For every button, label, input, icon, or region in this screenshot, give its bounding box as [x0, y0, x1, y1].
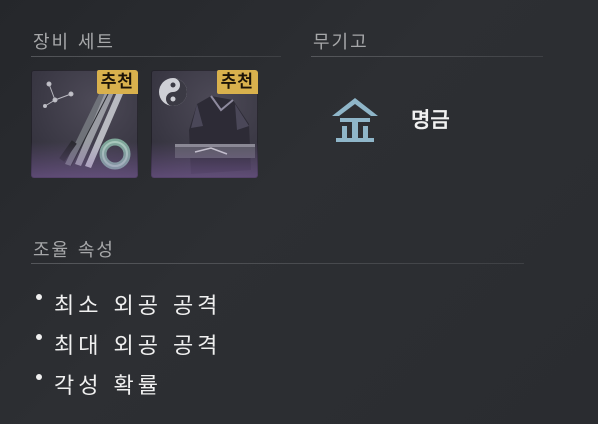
- recommended-badge: 추천: [216, 70, 258, 94]
- stat-item: 최대 외공 공격: [36, 328, 221, 368]
- stat-item: 각성 확률: [36, 368, 221, 408]
- recommended-badge: 추천: [96, 70, 138, 94]
- equipment-set-title: 장비 세트: [33, 32, 115, 53]
- bullet-icon: [36, 294, 42, 300]
- stat-label: 각성 확률: [54, 374, 162, 399]
- stat-item: 최소 외공 공격: [36, 288, 221, 328]
- tuning-title: 조율 속성: [33, 240, 115, 261]
- equipment-set-divider: [31, 56, 281, 57]
- bullet-icon: [36, 334, 42, 340]
- armor-set-slot[interactable]: 추천: [151, 70, 258, 178]
- arsenal-title: 무기고: [313, 32, 369, 53]
- arsenal-divider: [311, 56, 543, 57]
- weapon-set-slot[interactable]: 추천: [31, 70, 138, 178]
- stat-label: 최대 외공 공격: [54, 334, 222, 359]
- tuning-stat-list: 최소 외공 공격 최대 외공 공격 각성 확률: [36, 288, 221, 408]
- bullet-icon: [36, 374, 42, 380]
- yin-yang-icon: [159, 78, 187, 106]
- tuning-divider: [31, 263, 524, 264]
- myeonggeum-emblem-icon: [330, 96, 380, 144]
- stat-label: 최소 외공 공격: [54, 294, 222, 319]
- weapon-set-glow: [31, 142, 138, 178]
- armor-set-glow: [151, 142, 258, 178]
- weapon-name: 명금: [411, 108, 450, 132]
